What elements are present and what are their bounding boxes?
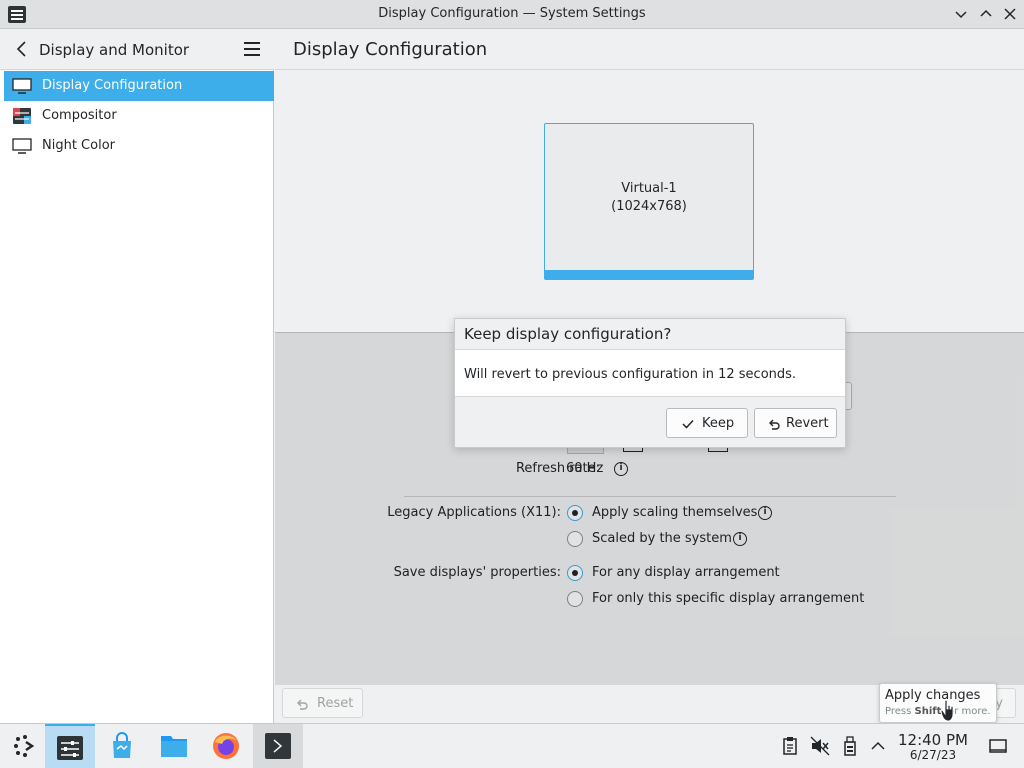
tooltip-title: Apply changes: [885, 688, 981, 703]
reset-button[interactable]: Reset: [282, 688, 363, 718]
sidebar-item-night-color[interactable]: Night Color: [4, 131, 274, 161]
page-header: Display Configuration: [275, 29, 1024, 70]
output-name: Virtual-1: [621, 181, 677, 196]
taskbar-terminal[interactable]: [253, 724, 303, 768]
taskbar-firefox[interactable]: [201, 724, 251, 768]
revert-button-label: Revert: [786, 416, 829, 431]
chevron-up-icon: [980, 9, 992, 17]
sidebar-item-label: Compositor: [42, 108, 117, 123]
tooltip-hint: Press Shift for more.: [885, 706, 991, 717]
dialog-body: Will revert to previous configuration in…: [455, 349, 845, 397]
mouse-cursor-icon: [941, 700, 954, 722]
taskbar: 12:40 PM 6/27/23: [0, 723, 1024, 768]
sidebar-item-label: Night Color: [42, 138, 115, 153]
undo-icon: [769, 419, 780, 430]
clock-time[interactable]: 12:40 PM: [890, 731, 976, 749]
keep-configuration-dialog: Keep display configuration? Will revert …: [454, 318, 846, 448]
sidebar-header: Display and Monitor: [0, 29, 274, 70]
hamburger-menu-button[interactable]: [242, 39, 262, 59]
terminal-icon: [265, 733, 291, 759]
close-button[interactable]: [1000, 4, 1020, 24]
back-button[interactable]: [12, 39, 32, 59]
hamburger-icon: [244, 42, 260, 56]
dialog-title: Keep display configuration?: [464, 325, 672, 343]
folder-icon: [161, 736, 187, 757]
sidebar: Display and Monitor Display Configuratio…: [0, 29, 274, 723]
output-resolution: (1024x768): [611, 199, 687, 214]
window-titlebar: Display Configuration — System Settings: [0, 0, 1024, 29]
close-icon: [1004, 8, 1016, 20]
sidebar-item-compositor[interactable]: Compositor: [4, 101, 274, 131]
undo-icon: [297, 699, 308, 710]
keep-button[interactable]: Keep: [666, 408, 748, 438]
clipboard-icon[interactable]: [780, 736, 800, 756]
maximize-button[interactable]: [976, 4, 996, 24]
minimize-button[interactable]: [951, 4, 971, 24]
output-screen-virtual-1[interactable]: Virtual-1 (1024x768): [544, 123, 754, 280]
firefox-icon: [213, 733, 239, 759]
chevron-up-icon[interactable]: [868, 736, 888, 756]
display-arrangement-area: Virtual-1 (1024x768): [275, 71, 1024, 333]
monitor-icon: [12, 138, 32, 154]
taskbar-system-settings[interactable]: [45, 724, 95, 768]
taskbar-file-manager[interactable]: [149, 724, 199, 768]
reset-button-label: Reset: [317, 696, 354, 711]
taskbar-discover[interactable]: [97, 724, 147, 768]
kde-launcher-icon: [14, 735, 35, 757]
output-selected-bar: [545, 270, 753, 279]
sidebar-item-display-configuration[interactable]: Display Configuration: [4, 71, 274, 101]
volume-muted-icon[interactable]: [810, 736, 830, 756]
removable-device-icon[interactable]: [840, 736, 860, 756]
sidebar-title: Display and Monitor: [39, 41, 190, 59]
page-title: Display Configuration: [293, 39, 488, 60]
compositor-icon: [13, 108, 31, 124]
revert-button[interactable]: Revert: [754, 408, 837, 438]
application-launcher[interactable]: [0, 724, 50, 768]
dialog-message: Will revert to previous configuration in…: [464, 367, 797, 382]
keep-button-label: Keep: [702, 416, 735, 431]
chevron-left-icon: [16, 41, 26, 57]
apply-tooltip: Apply changes Press Shift for more.: [879, 683, 997, 723]
window-title: Display Configuration — System Settings: [378, 6, 646, 21]
system-settings-icon: [57, 736, 83, 760]
shopping-bag-icon: [113, 732, 131, 758]
monitor-icon: [12, 78, 32, 94]
clock-date[interactable]: 6/27/23: [890, 748, 976, 762]
sidebar-item-label: Display Configuration: [42, 78, 183, 93]
show-desktop-icon[interactable]: [988, 736, 1008, 756]
checkmark-icon: [682, 419, 694, 429]
chevron-down-icon: [955, 11, 967, 19]
